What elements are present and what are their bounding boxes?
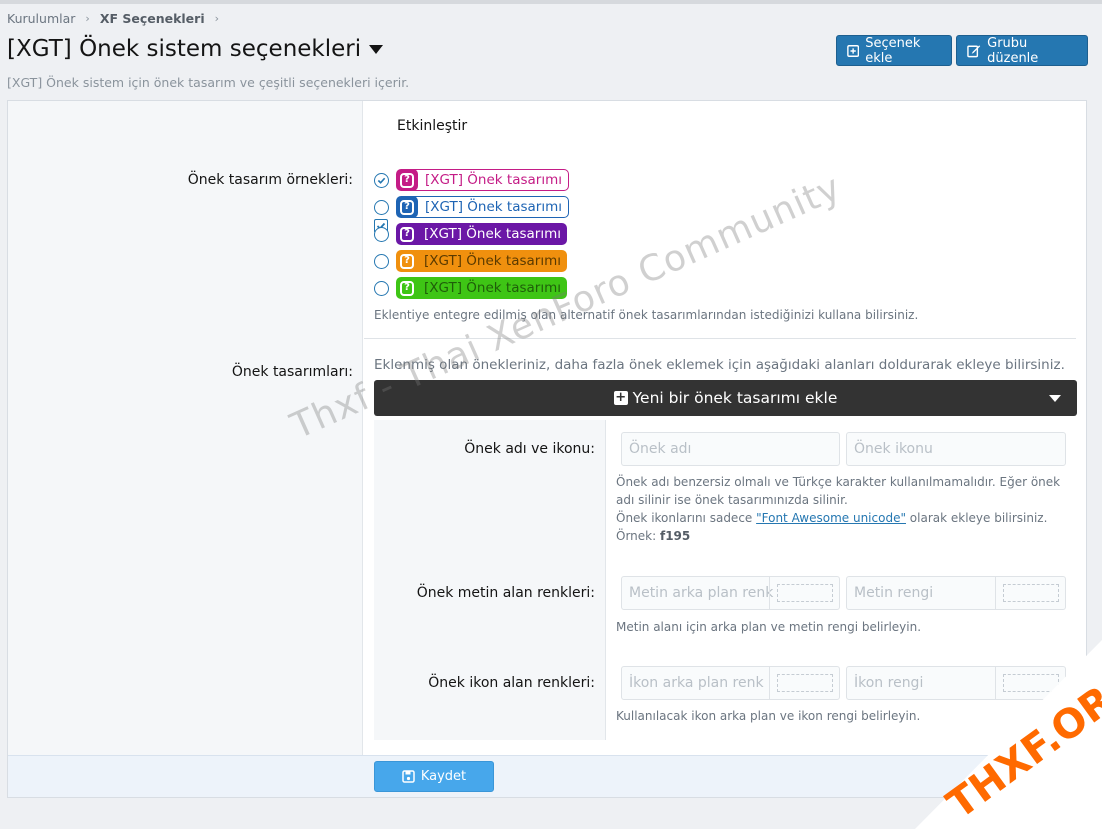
question-icon: ?	[396, 277, 418, 299]
question-icon: ?	[396, 223, 418, 245]
thxf-logo: THXF.ORG	[915, 640, 1102, 829]
question-icon: ?	[396, 250, 418, 272]
question-icon: ?	[396, 169, 418, 191]
question-icon: ?	[396, 196, 418, 218]
